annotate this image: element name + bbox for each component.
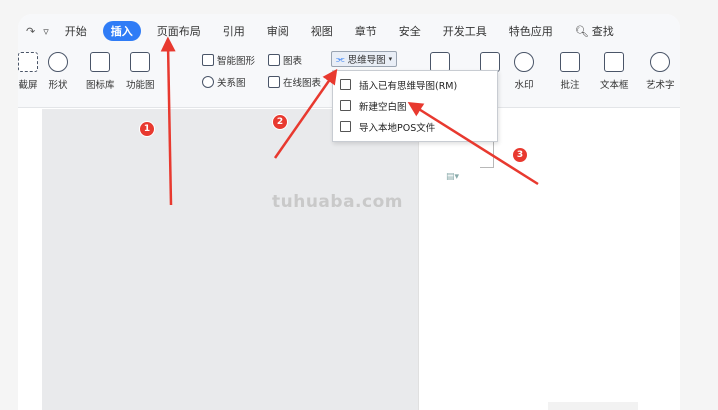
bottom-highlight [548, 402, 638, 410]
art-text-label: 艺术字 [646, 80, 675, 91]
textbox-label: 文本框 [600, 80, 629, 91]
smart-shape-icon [202, 54, 214, 66]
menu-item-label: 导入本地POS文件 [359, 122, 436, 134]
tab-page-layout[interactable]: 页面布局 [151, 20, 207, 42]
header-icon [480, 52, 500, 72]
tab-home[interactable]: 开始 [59, 20, 93, 42]
app-window: ↷ ▿ 开始 插入 页面布局 引用 审阅 视图 章节 安全 开发工具 特色应用 … [18, 14, 680, 410]
chart-icon [268, 54, 280, 66]
mindmap-label: 思维导图 [347, 55, 386, 66]
menu-item-label: 新建空白图 [359, 101, 407, 113]
watermark-icon [514, 52, 534, 72]
comment-icon [560, 52, 580, 72]
watermark-button[interactable]: 水印 [514, 52, 534, 91]
step-badge-3: 3 [512, 147, 528, 163]
chart-button[interactable]: 图表 [268, 53, 302, 67]
tab-insert[interactable]: 插入 [102, 21, 141, 41]
page-corner-mark [480, 142, 494, 168]
menu-bar: ↷ ▿ 开始 插入 页面布局 引用 审阅 视图 章节 安全 开发工具 特色应用 … [18, 14, 680, 48]
icon-library-button[interactable]: 图标库 [86, 52, 115, 91]
art-text-button[interactable]: 艺术字 [646, 52, 675, 91]
relation-chart-icon [202, 76, 214, 88]
icon-library-icon [90, 52, 111, 72]
relation-chart-label: 关系图 [217, 78, 246, 89]
relation-chart-button[interactable]: 关系图 [202, 75, 246, 89]
smart-shape-label: 智能图形 [217, 56, 256, 67]
quick-access-dropdown-icon[interactable]: ▿ [43, 25, 49, 38]
comment-label: 批注 [560, 80, 580, 91]
chevron-down-icon: ▾ [388, 55, 393, 63]
watermark-label: 水印 [514, 80, 534, 91]
comment-button[interactable]: 批注 [560, 52, 580, 91]
redo-icon[interactable]: ↷ [26, 25, 35, 38]
tab-developer[interactable]: 开发工具 [437, 20, 493, 42]
textbox-icon [604, 52, 625, 72]
smart-shape-button[interactable]: 智能图形 [202, 53, 255, 67]
chart-label: 图表 [283, 56, 303, 67]
step-badge-1: 1 [139, 121, 155, 137]
menu-item-import-pos[interactable]: 导入本地POS文件 [333, 116, 497, 137]
new-file-icon [340, 100, 351, 111]
tab-references[interactable]: 引用 [217, 20, 251, 42]
shape-label: 形状 [48, 80, 68, 91]
tab-features[interactable]: 特色应用 [503, 20, 559, 42]
icon-library-label: 图标库 [86, 80, 115, 91]
online-chart-button[interactable]: 在线图表 [268, 75, 321, 89]
search-button[interactable]: 🔍︎ 查找 [569, 20, 620, 42]
screenshot-icon [18, 52, 38, 72]
import-icon [340, 121, 351, 132]
tab-review[interactable]: 审阅 [261, 20, 295, 42]
online-chart-label: 在线图表 [283, 78, 322, 89]
screenshot-button[interactable]: 截屏 [18, 52, 38, 91]
menu-item-insert-existing-mindmap[interactable]: 插入已有思维导图(RM) [333, 74, 497, 95]
mindmap-button[interactable]: ⫘ 思维导图 ▾ [331, 51, 398, 67]
site-watermark: tuhuaba.com [272, 192, 403, 212]
function-chart-icon [130, 52, 151, 72]
screenshot-label: 截屏 [18, 80, 38, 91]
art-text-icon [650, 52, 671, 72]
search-label: 查找 [591, 25, 614, 38]
menu-item-label: 插入已有思维导图(RM) [359, 80, 458, 92]
file-icon [340, 79, 351, 90]
tab-view[interactable]: 视图 [305, 20, 339, 42]
function-chart-button[interactable]: 功能图 [126, 52, 155, 91]
shape-button[interactable]: 形状 [48, 52, 68, 91]
textbox-button[interactable]: 文本框 [600, 52, 629, 91]
menu-item-new-blank[interactable]: 新建空白图 [333, 95, 497, 116]
tab-section[interactable]: 章节 [349, 20, 383, 42]
mindmap-dropdown-menu: 插入已有思维导图(RM) 新建空白图 导入本地POS文件 [332, 70, 498, 142]
tab-security[interactable]: 安全 [393, 20, 427, 42]
step-badge-2: 2 [272, 114, 288, 130]
quick-access-toolbar: ↷ ▿ [18, 25, 49, 38]
paste-options-icon[interactable]: ▤▾ [446, 172, 459, 182]
page-icon [430, 52, 450, 72]
search-icon: 🔍︎ [574, 24, 589, 38]
online-chart-icon [268, 76, 280, 88]
document-gray-area [42, 109, 420, 410]
function-chart-label: 功能图 [126, 80, 155, 91]
mindmap-icon: ⫘ [336, 53, 345, 65]
shape-icon [48, 52, 68, 72]
document-page[interactable] [418, 110, 680, 410]
